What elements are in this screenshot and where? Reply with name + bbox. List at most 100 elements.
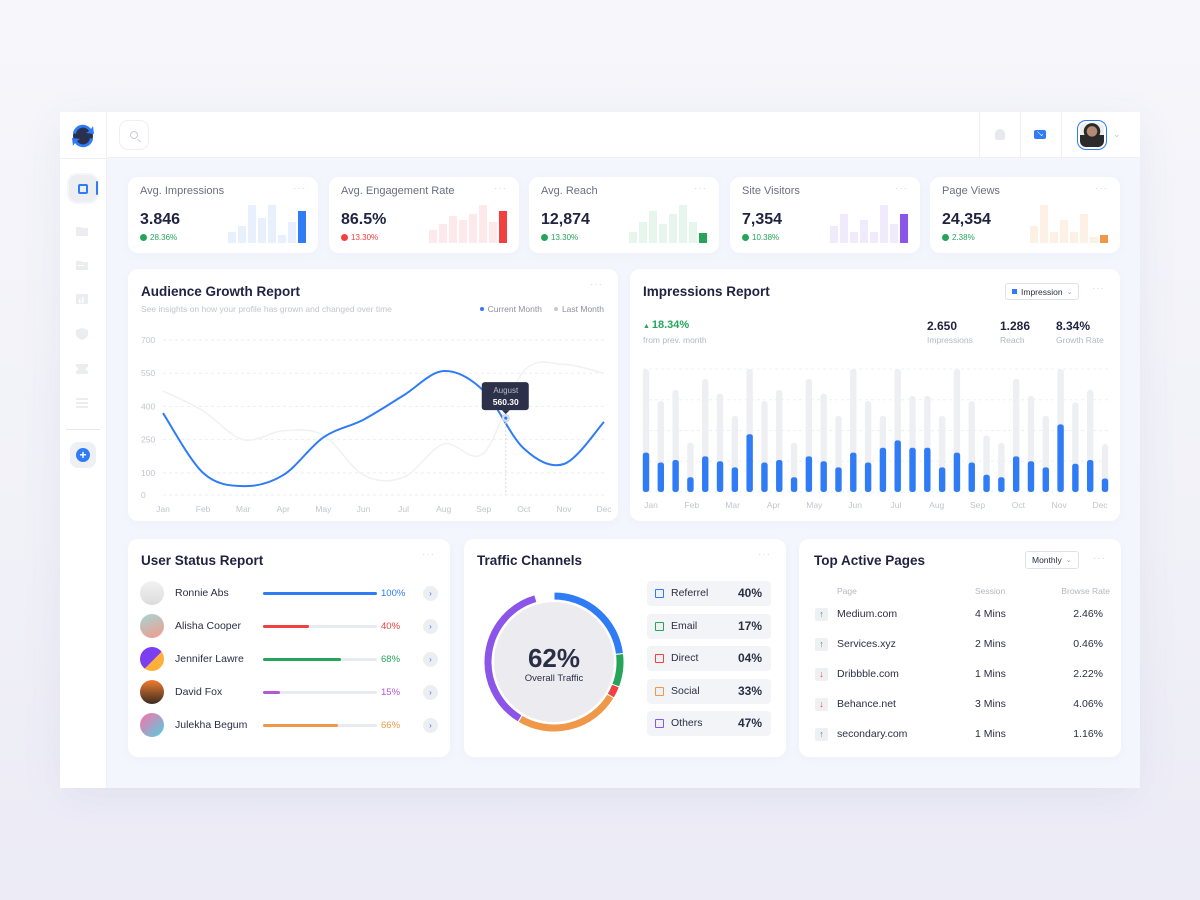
sparkline-bar (870, 232, 878, 243)
table-row[interactable]: ↑ Medium.com 4 Mins 2.46% (799, 606, 1124, 626)
stat-card[interactable]: Avg. Engagement Rate ··· 86.5% 13.30% (329, 177, 519, 253)
channel-percent: 33% (737, 683, 762, 698)
legend-current-month[interactable]: Current Month (479, 304, 542, 314)
mail-icon[interactable] (1034, 130, 1046, 139)
more-options-button[interactable]: ··· (1092, 283, 1105, 294)
bar-impression[interactable] (1027, 461, 1035, 492)
more-options-button[interactable]: ··· (590, 279, 603, 290)
page-name[interactable]: Medium.com (837, 608, 897, 620)
chevron-right-button[interactable]: › (423, 619, 438, 634)
bar-impression[interactable] (835, 467, 842, 492)
bar-impression[interactable] (1042, 467, 1049, 492)
bar-impression[interactable] (938, 467, 946, 492)
series-line-last-month (162, 361, 605, 482)
bar-impression[interactable] (1057, 424, 1064, 492)
stat-card[interactable]: Site Visitors ··· 7,354 10.38% (730, 177, 920, 253)
bar-impression[interactable] (761, 462, 768, 492)
list-icon[interactable] (76, 398, 88, 408)
page-name[interactable]: Behance.net (837, 698, 896, 710)
bar-impression[interactable] (1012, 456, 1020, 492)
more-options-button[interactable]: ··· (694, 183, 707, 194)
bar-impression[interactable] (909, 447, 916, 492)
column-header-page[interactable]: Page (837, 586, 857, 596)
table-row[interactable]: ↑ secondary.com 1 Mins 1.16% (799, 726, 1124, 746)
bar-impression[interactable] (1101, 478, 1109, 492)
channel-item[interactable]: Others 47% (647, 711, 771, 736)
channel-item[interactable]: Social 33% (647, 678, 771, 704)
chevron-right-button[interactable]: › (423, 652, 438, 667)
more-options-button[interactable]: ··· (494, 183, 507, 194)
logo-icon[interactable] (69, 122, 97, 150)
bar-impression[interactable] (642, 452, 650, 492)
profile-avatar[interactable] (1077, 120, 1107, 150)
sidebar-item-dashboard[interactable] (69, 175, 97, 202)
column-header-session[interactable]: Session (975, 586, 1005, 596)
sparkline-bar (830, 226, 838, 243)
bar-impression[interactable] (776, 460, 783, 492)
stat-card[interactable]: Page Views ··· 24,354 2.38% (930, 177, 1120, 253)
folder-icon[interactable] (76, 226, 88, 236)
channel-item[interactable]: Email 17% (647, 613, 771, 639)
bar-impression[interactable] (968, 462, 975, 492)
shield-icon[interactable] (76, 328, 88, 340)
folder-alt-icon[interactable] (76, 260, 88, 270)
bar-impression[interactable] (924, 447, 931, 492)
bar-impression[interactable] (687, 477, 694, 492)
bar-impression[interactable] (790, 477, 798, 492)
bar-impression[interactable] (1072, 463, 1079, 492)
avatar[interactable] (140, 647, 164, 671)
more-options-button[interactable]: ··· (758, 549, 771, 560)
more-options-button[interactable]: ··· (422, 549, 435, 560)
bar-impression[interactable] (746, 434, 753, 492)
chevron-right-button[interactable]: › (423, 586, 438, 601)
bell-icon[interactable] (995, 129, 1005, 140)
sparkline-bar (1030, 226, 1038, 243)
ticket-icon[interactable] (76, 364, 88, 374)
bar-impression[interactable] (820, 461, 827, 492)
stat-card[interactable]: Avg. Reach ··· 12,874 13.30% (529, 177, 719, 253)
channel-item[interactable]: Referrel 40% (647, 581, 771, 606)
more-options-button[interactable]: ··· (1093, 553, 1106, 564)
bar-impression[interactable] (953, 452, 961, 492)
avatar[interactable] (140, 614, 164, 638)
chevron-right-button[interactable]: › (423, 685, 438, 700)
chevron-right-button[interactable]: › (423, 718, 438, 733)
bar-impression[interactable] (1086, 460, 1094, 492)
more-options-button[interactable]: ··· (293, 183, 306, 194)
bar-impression[interactable] (879, 447, 887, 492)
more-options-button[interactable]: ··· (895, 183, 908, 194)
bar-impression[interactable] (702, 456, 709, 492)
page-name[interactable]: Services.xyz (837, 638, 896, 650)
more-options-button[interactable]: ··· (1095, 183, 1108, 194)
bar-impression[interactable] (864, 462, 872, 492)
page-name[interactable]: secondary.com (837, 728, 907, 740)
bar-impression[interactable] (805, 456, 813, 492)
stat-card[interactable]: Avg. Impressions ··· 3.846 28.36% (128, 177, 318, 253)
bar-impression[interactable] (657, 462, 665, 492)
impression-dropdown[interactable]: Impression ⌄ (1005, 283, 1080, 300)
bar-impression[interactable] (850, 452, 857, 492)
chevron-down-icon[interactable]: ⌄ (1113, 129, 1121, 140)
page-name[interactable]: Dribbble.com (837, 668, 899, 680)
add-button[interactable]: + (70, 442, 96, 468)
avatar[interactable] (140, 581, 164, 605)
bar-impression[interactable] (731, 467, 739, 492)
bar-chart-icon[interactable] (76, 294, 88, 304)
metric-value: 2.650 (927, 319, 958, 333)
bar-impression[interactable] (894, 440, 901, 492)
bar-impression[interactable] (672, 460, 679, 492)
bar-impression[interactable] (983, 474, 990, 492)
avatar[interactable] (140, 680, 164, 704)
legend-last-month[interactable]: Last Month (553, 304, 604, 314)
avatar[interactable] (140, 713, 164, 737)
channel-item[interactable]: Direct 04% (647, 646, 771, 671)
period-dropdown[interactable]: Monthly ⌄ (1025, 551, 1079, 569)
table-row[interactable]: ↓ Behance.net 3 Mins 4.06% (799, 696, 1124, 716)
bar-impression[interactable] (998, 477, 1005, 492)
search-button[interactable] (119, 120, 149, 150)
arrow-up-icon: ↑ (815, 638, 828, 651)
column-header-browse-rate[interactable]: Browse Rate (1061, 586, 1110, 596)
table-row[interactable]: ↓ Dribbble.com 1 Mins 2.22% (799, 666, 1124, 686)
bar-impression[interactable] (716, 461, 724, 492)
table-row[interactable]: ↑ Services.xyz 2 Mins 0.46% (799, 636, 1124, 656)
